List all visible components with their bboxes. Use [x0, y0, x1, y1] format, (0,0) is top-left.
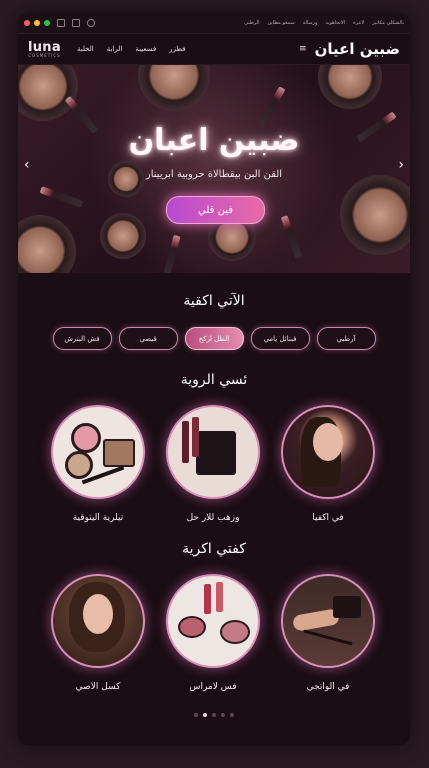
product-caption: فس لامراس [189, 682, 237, 692]
brand-logo[interactable]: luna COSMETICS [28, 41, 61, 58]
lipstick-decoration [162, 234, 181, 273]
compact-shape [178, 616, 206, 638]
pagination-dot[interactable] [230, 713, 234, 717]
lipstick-shape [216, 582, 223, 612]
nav-link[interactable]: الراية [107, 45, 123, 53]
face-shape [313, 423, 343, 461]
compact-shape [220, 620, 250, 644]
compact-decoration [340, 175, 410, 255]
portrait-woman-image [281, 405, 375, 499]
top-links: بالشكلي مكاتيز لاعرة الاتجاهوية ورسالة س… [244, 20, 404, 26]
face-shape [83, 594, 113, 634]
category-pill-active[interactable]: الطل اركخ [184, 327, 244, 350]
pagination-dot[interactable] [212, 713, 216, 717]
compact-shape [333, 596, 361, 618]
chevron-right-icon[interactable]: › [398, 157, 404, 173]
lipstick-decoration [280, 215, 303, 259]
product-caption: تيلرية اليتوقية [72, 513, 124, 523]
product-card[interactable]: في الواتجي [280, 574, 376, 692]
hand-applying-image [281, 574, 375, 668]
lipstick-shape [182, 421, 189, 463]
menu-icon[interactable]: ≡ [299, 44, 307, 54]
logo-text: luna [28, 39, 61, 55]
lipstick-decoration [257, 86, 286, 128]
compact-decoration [138, 65, 210, 111]
section-title: ئسي الروية [180, 372, 248, 388]
close-window-button[interactable] [24, 20, 30, 26]
product-caption: في اكفيا [312, 513, 344, 523]
lipstick-shape [204, 584, 211, 614]
sidebar-icon[interactable] [57, 19, 65, 27]
nav-link[interactable]: الخلبة [77, 45, 94, 53]
logo-subtext: COSMETICS [28, 52, 61, 58]
hero-subtitle: القن البن بيقطالاة حروبية ابريينار [145, 169, 283, 180]
top-link[interactable]: الاتجاهوية [325, 20, 345, 26]
hero-title: ضبين اعبان [128, 123, 300, 158]
minimize-window-button[interactable] [34, 20, 40, 26]
maximize-window-button[interactable] [44, 20, 50, 26]
product-grid: في الواتجي فس لامراس كسل الاصي [18, 574, 410, 692]
category-pills: آرطبي فبنائل يامي الطل اركخ قيصي فش البت… [18, 327, 410, 350]
compact-shape [103, 439, 135, 467]
lipstick-decoration [39, 186, 84, 208]
lipstick-shape [192, 417, 199, 457]
palette-shape [196, 431, 236, 475]
top-link[interactable]: ورسالة [303, 20, 318, 26]
site-brand-name: ضبين اعيان [314, 40, 400, 58]
compact-shape [65, 451, 93, 479]
product-card[interactable]: في اكفيا [280, 405, 376, 523]
pagination-dot[interactable] [194, 713, 198, 717]
top-link[interactable]: لاعرة [353, 20, 364, 26]
hero-banner: ضبين اعبان القن البن بيقطالاة حروبية ابر… [18, 65, 410, 273]
categories-title: الآتي اكقية [183, 293, 245, 309]
compact-decoration [100, 213, 146, 259]
pagination-dot[interactable] [221, 713, 225, 717]
product-card[interactable]: تيلرية اليتوقية [50, 405, 146, 523]
cosmetics-flatlay-image [166, 574, 260, 668]
product-grid: في اكفيا وزهب للار حل تيلرية اليتوقية [18, 405, 410, 523]
makeup-palette-image [166, 405, 260, 499]
top-link[interactable]: الرطني [244, 20, 259, 26]
nav-link[interactable]: فطزر [169, 45, 185, 53]
category-pill[interactable]: فبنائل يامي [250, 327, 310, 350]
compact-shape [71, 423, 101, 453]
section-title: كفتي اكرية [182, 541, 246, 557]
woman-portrait-2-image [51, 574, 145, 668]
product-card[interactable]: فس لامراس [165, 574, 261, 692]
product-caption: كسل الاصي [75, 682, 121, 692]
hero-cta-button[interactable]: فين قلي [166, 196, 265, 224]
main-navbar: luna COSMETICS فطزر فسعيبة الراية الخلبة… [18, 34, 410, 65]
product-card[interactable]: وزهب للار حل [165, 405, 261, 523]
compact-decoration [18, 65, 78, 121]
category-pill[interactable]: قيصي [118, 327, 178, 350]
window-titlebar: بالشكلي مكاتيز لاعرة الاتجاهوية ورسالة س… [18, 13, 410, 34]
chevron-left-icon[interactable]: ‹ [24, 157, 30, 173]
compact-decoration [18, 215, 76, 273]
pagination-dot-active[interactable] [203, 713, 207, 717]
compact-decoration [318, 65, 382, 109]
product-caption: وزهب للار حل [186, 513, 240, 523]
top-link[interactable]: سمعو مطاين [267, 20, 294, 26]
top-link[interactable]: بالشكلي مكاتيز [372, 20, 404, 26]
category-pill[interactable]: فش البترش [52, 327, 112, 350]
product-card[interactable]: كسل الاصي [50, 574, 146, 692]
pencil-shape [303, 629, 353, 646]
tab-icon[interactable] [72, 19, 80, 27]
nav-link[interactable]: فسعيبة [135, 45, 156, 53]
brushes-compacts-image [51, 405, 145, 499]
nav-links: فطزر فسعيبة الراية الخلبة [77, 45, 186, 53]
category-pill[interactable]: آرطبي [316, 327, 376, 350]
share-icon[interactable] [87, 19, 95, 27]
product-caption: في الواتجي [306, 682, 350, 692]
browser-window: بالشكلي مكاتيز لاعرة الاتجاهوية ورسالة س… [18, 13, 410, 745]
pagination-dots [18, 713, 410, 717]
